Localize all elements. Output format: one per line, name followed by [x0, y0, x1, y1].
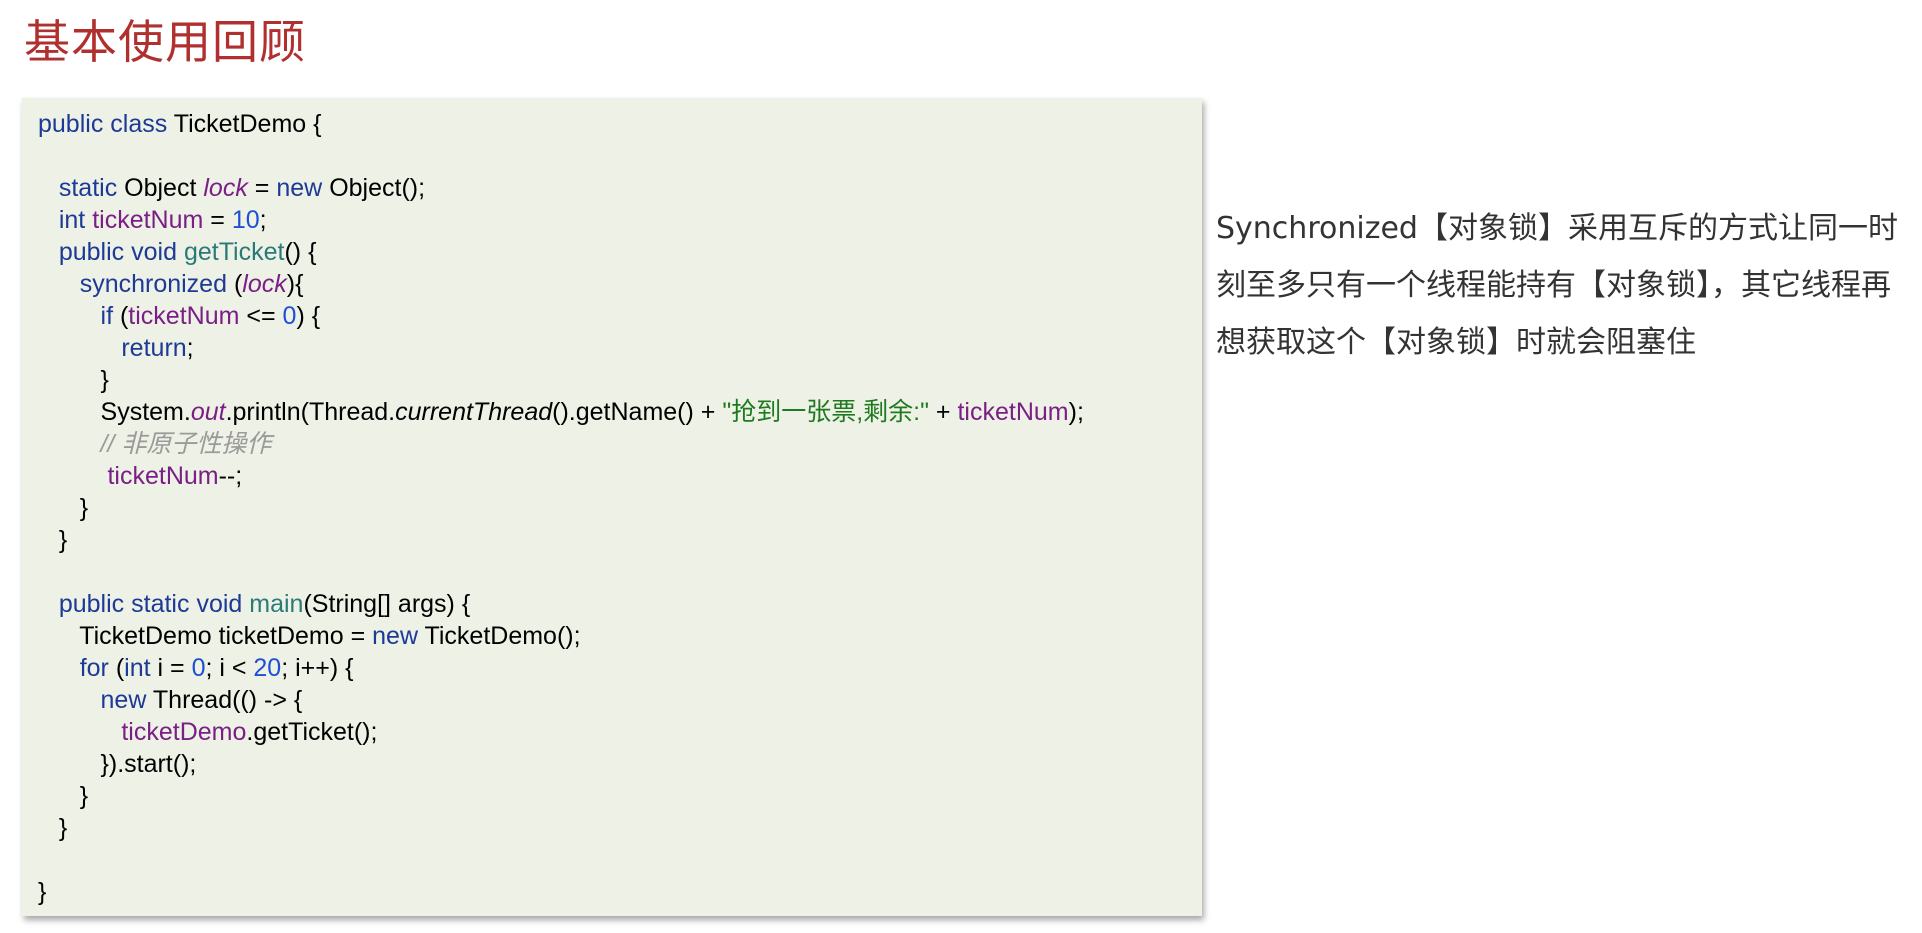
brace: { [313, 110, 322, 138]
keyword: for [79, 654, 109, 682]
slide-title: 基本使用回顾 [24, 15, 306, 69]
identifier: ; i < [205, 654, 254, 682]
code-line: } [38, 780, 1084, 812]
keyword: int [58, 206, 86, 234]
keyword: if [100, 302, 114, 330]
code-line: ticketNum--; [38, 460, 1084, 492]
code-line: TicketDemo ticketDemo = new TicketDemo()… [38, 620, 1084, 652]
number: 0 [282, 302, 297, 330]
code-line: int ticketNum = 10; [38, 204, 1084, 236]
brace: } [100, 366, 109, 394]
identifier: System. [100, 398, 191, 426]
keyword: new [372, 622, 419, 650]
field: ticketNum [92, 206, 204, 234]
code-line: } [38, 364, 1084, 396]
punctuation: ); [1068, 398, 1084, 426]
brace: } [38, 878, 47, 906]
brace: } [79, 782, 89, 810]
operator: = [210, 206, 225, 234]
identifier: ().getName() + [552, 398, 723, 426]
keyword: static [58, 174, 118, 202]
punctuation: ) { [296, 302, 321, 330]
lambda: Thread(() -> { [152, 686, 303, 714]
keyword: return [121, 334, 187, 362]
keyword: class [110, 110, 168, 138]
punctuation: () { [284, 238, 317, 266]
field: lock [203, 174, 248, 202]
method-name: getTicket [183, 238, 285, 266]
method-name: currentThread [395, 398, 553, 426]
field: ticketNum [128, 302, 240, 330]
keyword: int [124, 654, 151, 682]
keyword: new [276, 174, 323, 202]
brace: } [79, 494, 89, 522]
punctuation: ; [186, 334, 194, 362]
code-line: for (int i = 0; i < 20; i++) { [38, 652, 1084, 684]
operator: <= [246, 302, 276, 330]
keyword: void [131, 238, 177, 266]
method-call: }).start(); [100, 750, 197, 778]
keyword: public [58, 590, 125, 618]
code-line: public static void main(String[] args) { [38, 588, 1084, 620]
keyword: static [131, 590, 190, 618]
code-line: }).start(); [38, 748, 1084, 780]
parameters: (String[] args) { [303, 590, 471, 618]
field: ticketNum [957, 398, 1069, 426]
code-line: public class TicketDemo { [38, 108, 1084, 140]
keyword: public [58, 238, 125, 266]
keyword: void [196, 590, 243, 618]
constructor-call: TicketDemo(); [424, 622, 581, 650]
code-line: } [38, 876, 1084, 908]
code-line: static Object lock = new Object(); [38, 172, 1084, 204]
identifier: ; i++) { [281, 654, 354, 682]
number: 20 [253, 654, 282, 682]
description-text: Synchronized【对象锁】采用互斥的方式让同一时刻至多只有一个线程能持有… [1216, 211, 1898, 360]
punctuation: ){ [286, 270, 304, 298]
variable: ticketDemo [121, 718, 247, 746]
code-line: public void getTicket() { [38, 236, 1084, 268]
brace: } [58, 814, 68, 842]
number: 0 [191, 654, 206, 682]
keyword: synchronized [79, 270, 227, 298]
code-comment: // 非原子性操作 [100, 430, 272, 458]
brace: } [58, 526, 68, 554]
keyword: public [38, 110, 104, 138]
code-block: public class TicketDemo { static Object … [38, 108, 1084, 908]
type: Object [124, 174, 197, 202]
code-line: synchronized (lock){ [38, 268, 1084, 300]
number: 10 [231, 206, 260, 234]
code-line: if (ticketNum <= 0) { [38, 300, 1084, 332]
operator: + [928, 398, 958, 426]
code-line: } [38, 492, 1084, 524]
method-call: .getTicket(); [246, 718, 378, 746]
keyword: new [100, 686, 147, 714]
constructor-call: Object(); [329, 174, 426, 202]
code-line: // 非原子性操作 [38, 428, 1084, 460]
code-line: return; [38, 332, 1084, 364]
punctuation: ; [259, 206, 267, 234]
code-line: System.out.println(Thread.currentThread(… [38, 396, 1084, 428]
code-line: new Thread(() -> { [38, 684, 1084, 716]
identifier: .println(Thread. [225, 398, 396, 426]
code-line: ticketDemo.getTicket(); [38, 716, 1084, 748]
operator: --; [218, 462, 243, 490]
field: ticketNum [107, 462, 219, 490]
punctuation: ( [115, 654, 125, 682]
operator: = [254, 174, 270, 202]
declaration: TicketDemo ticketDemo = [79, 622, 373, 650]
code-line: } [38, 812, 1084, 844]
string-literal: "抢到一张票,剩余:" [722, 398, 929, 426]
code-line: } [38, 524, 1084, 556]
method-name: main [249, 590, 304, 618]
field: out [190, 398, 226, 426]
identifier: i = [150, 654, 192, 682]
field: lock [242, 270, 287, 298]
class-name: TicketDemo [173, 110, 307, 138]
code-panel: public class TicketDemo { static Object … [22, 98, 1202, 916]
